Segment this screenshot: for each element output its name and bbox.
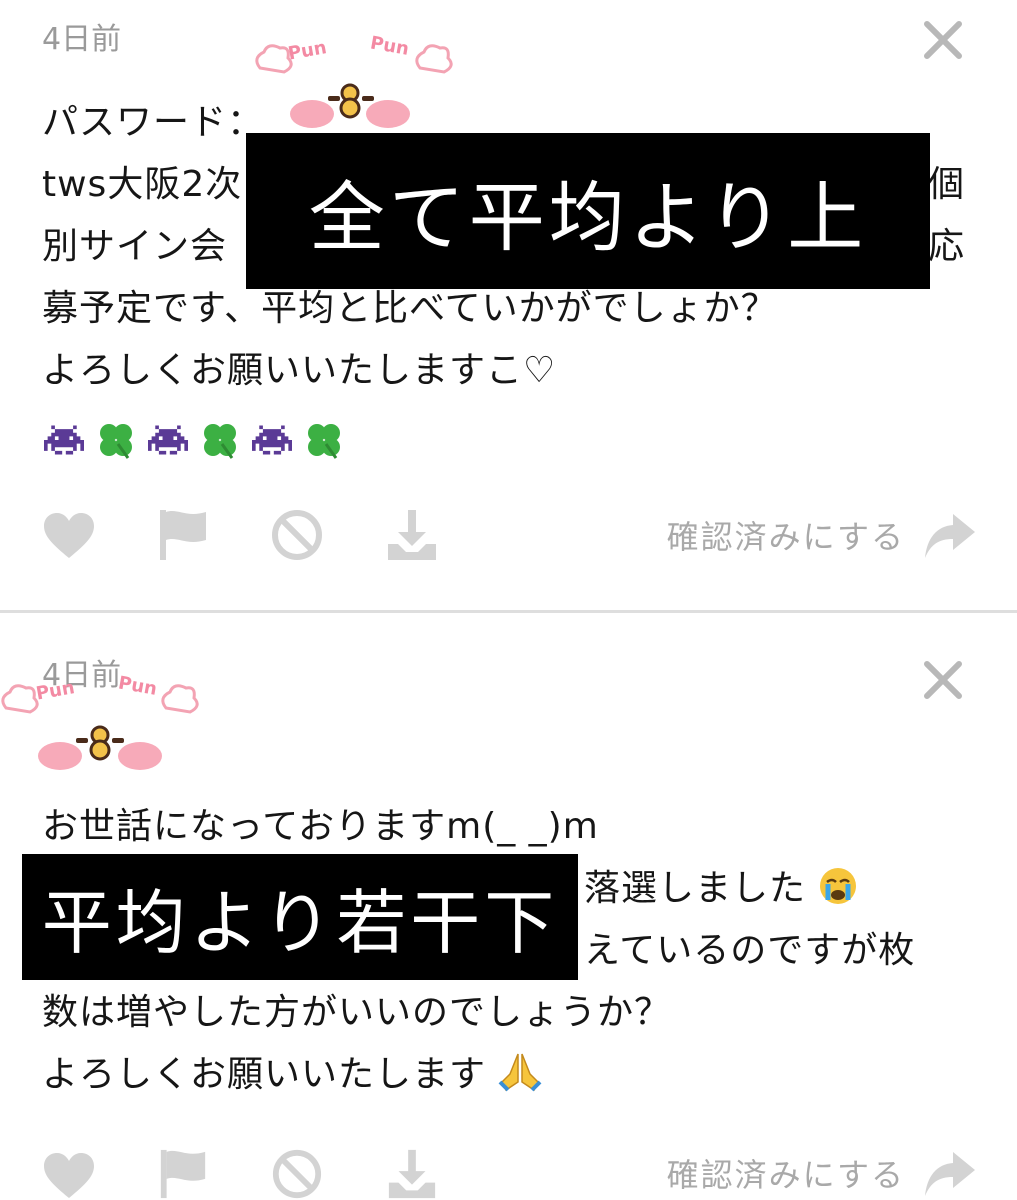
block-icon[interactable] [270, 1148, 324, 1200]
kanahei-pun-sticker: Pun Pun [255, 32, 453, 128]
heart-icon[interactable] [42, 512, 96, 560]
svg-text:Pun: Pun [117, 672, 159, 699]
clover-icon [204, 424, 236, 459]
svg-text:Pun: Pun [286, 37, 328, 64]
message-line-1: お世話になっておりますm(_ _)m [42, 806, 599, 847]
emoji-row [44, 420, 344, 460]
svg-text:Pun: Pun [34, 677, 76, 704]
clover-icon [308, 424, 340, 459]
message-line-2-end: 個 [928, 164, 966, 205]
download-icon[interactable] [384, 1148, 440, 1200]
space-invader-icon [252, 425, 292, 455]
message-line-2-text: 落選しました [584, 868, 807, 909]
message-line-2: tws大阪2次 [42, 164, 243, 205]
download-icon[interactable] [384, 508, 440, 562]
svg-text:Pun: Pun [369, 32, 411, 59]
kanahei-pun-sticker: Pun Pun [1, 672, 199, 770]
censor-overlay-label: 全て平均より上 [246, 133, 930, 289]
space-invader-icon [44, 425, 84, 455]
message-line-5: よろしくお願いいたします [42, 1044, 542, 1106]
card-divider [0, 610, 1017, 613]
message-line-5: よろしくお願いいたしますこ♡ [42, 350, 557, 391]
block-icon[interactable] [270, 508, 324, 562]
timestamp: 4日前 [42, 22, 122, 57]
heart-icon[interactable] [42, 1152, 96, 1200]
flag-icon[interactable] [158, 508, 208, 562]
close-icon[interactable] [921, 18, 965, 62]
space-invader-icon [148, 425, 188, 455]
message-line-3-end: 応 [928, 226, 966, 267]
mark-confirmed-button[interactable]: 確認済みにする [667, 512, 905, 558]
crying-face-icon [820, 868, 857, 904]
censor-overlay-label: 平均より若干下 [22, 854, 578, 980]
message-card-1: 4日前 Pun Pun パスワード： tws大阪2次 個 別サイン会 応 募予定… [0, 0, 1017, 612]
message-line-3: 別サイン会 [42, 226, 228, 267]
mark-confirmed-button[interactable]: 確認済みにする [667, 1150, 905, 1196]
message-line-2: 落選しました [584, 858, 858, 920]
message-line-1: パスワード： [42, 102, 265, 143]
close-icon[interactable] [921, 658, 965, 702]
reply-arrow-icon[interactable] [923, 1150, 977, 1198]
reply-arrow-icon[interactable] [923, 512, 977, 560]
message-line-5-text: よろしくお願いいたします [42, 1054, 487, 1095]
praying-hands-icon [499, 1053, 542, 1092]
flag-icon[interactable] [158, 1148, 208, 1200]
message-line-4: 数は増やした方がいいのでしょうか？ [42, 992, 672, 1033]
clover-icon [100, 424, 132, 459]
message-card-2: 4日前 Pun Pun お世話になっておりますm(_ _)m 落選しました えて… [0, 614, 1017, 1200]
message-line-3: えているのですが枚 [584, 930, 916, 971]
